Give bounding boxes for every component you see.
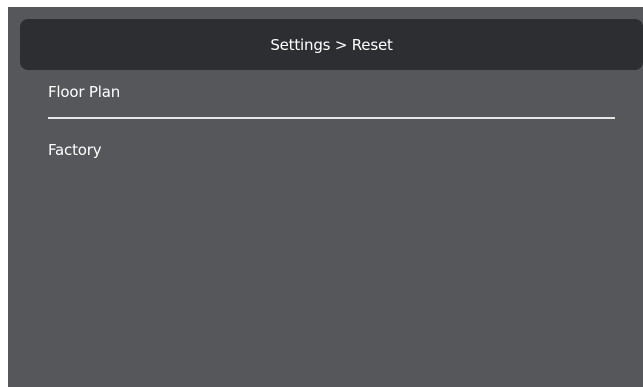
menu-item-floor-plan[interactable]: Floor Plan: [20, 71, 615, 113]
page-title: Settings > Reset: [270, 35, 393, 54]
menu-divider: [48, 117, 615, 119]
reset-settings-screen: Settings > Reset Floor Plan Factory: [8, 7, 643, 387]
menu-item-factory[interactable]: Factory: [20, 129, 615, 171]
menu-item-label: Factory: [48, 141, 102, 159]
menu-item-label: Floor Plan: [48, 83, 120, 101]
title-bar: Settings > Reset: [20, 19, 643, 70]
